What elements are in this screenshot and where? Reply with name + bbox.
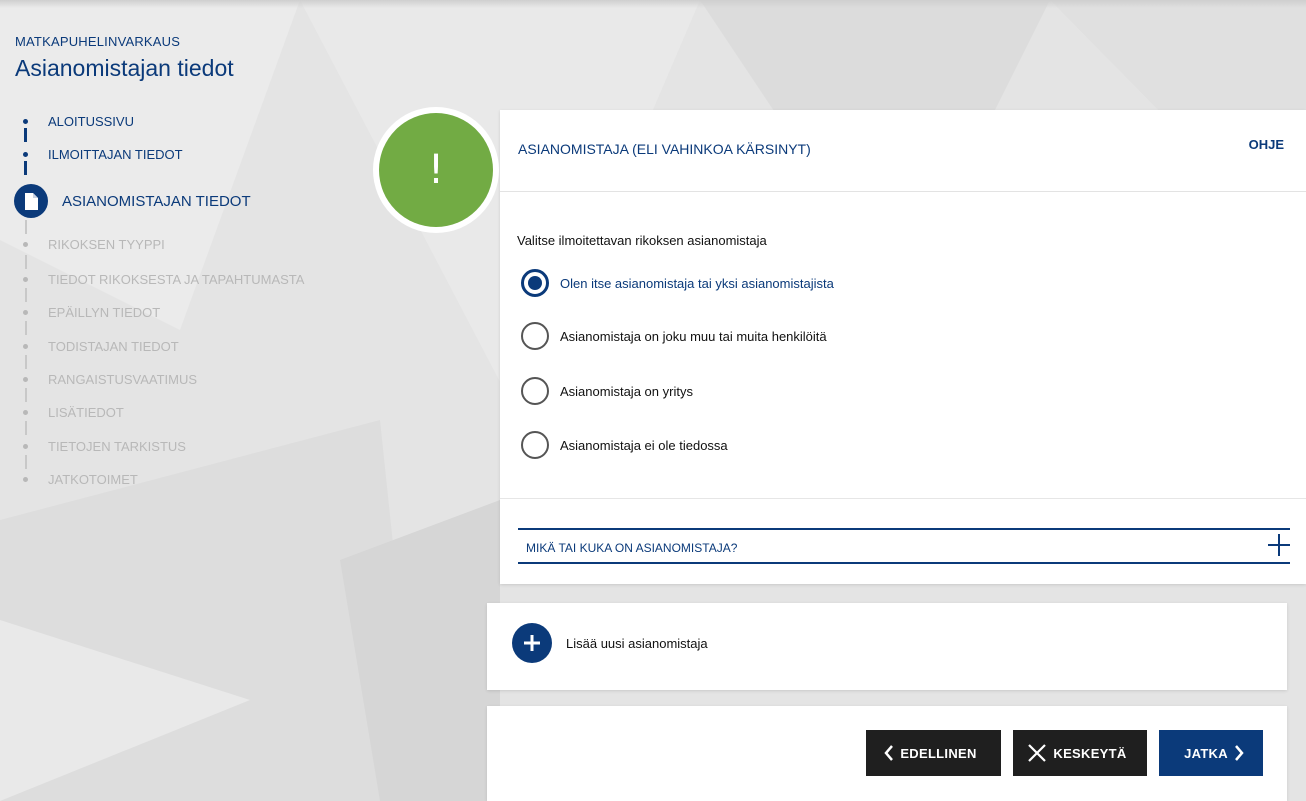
- step-label: ALOITUSSIVU: [48, 113, 134, 129]
- radio-label[interactable]: Asianomistaja ei ole tiedossa: [560, 438, 728, 453]
- step-label: TODISTAJAN TIEDOT: [48, 338, 179, 354]
- step-label: EPÄILLYN TIEDOT: [48, 304, 161, 320]
- step-dot: [23, 309, 28, 315]
- step-connector: [25, 321, 27, 335]
- step-connector: [25, 421, 27, 435]
- step-dot: [23, 443, 28, 449]
- next-button[interactable]: JATKA: [1159, 730, 1263, 776]
- radio-option-other-person[interactable]: Asianomistaja on joku muu tai muita henk…: [521, 322, 827, 350]
- step-dot: [23, 118, 28, 124]
- step-dot: [23, 476, 28, 482]
- step-connector: [24, 128, 27, 142]
- step-label: TIEDOT RIKOKSESTA JA TAPAHTUMASTA: [48, 271, 305, 287]
- step-connector: [25, 355, 27, 369]
- accordion-label[interactable]: MIKÄ TAI KUKA ON ASIANOMISTAJA?: [526, 541, 737, 555]
- section-title: ASIANOMISTAJA (ELI VAHINKOA KÄRSINYT): [518, 141, 811, 157]
- step-connector: [25, 220, 27, 234]
- step-connector: [24, 161, 27, 175]
- help-link[interactable]: OHJE: [1249, 137, 1284, 152]
- radio-label[interactable]: Asianomistaja on yritys: [560, 384, 693, 399]
- step-label: ASIANOMISTAJAN TIEDOT: [62, 192, 251, 210]
- radio-option-unknown[interactable]: Asianomistaja ei ole tiedossa: [521, 431, 728, 459]
- radio-button[interactable]: [521, 377, 549, 405]
- step-label: TIETOJEN TARKISTUS: [48, 438, 186, 454]
- step-dot: [23, 276, 28, 282]
- form-actions: EDELLINEN KESKEYTÄ JATKA: [487, 706, 1287, 801]
- step-connector: [25, 255, 27, 269]
- page-title: Asianomistajan tiedot: [15, 55, 234, 81]
- step-label: RANGAISTUSVAATIMUS: [48, 371, 198, 387]
- step-label: ILMOITTAJAN TIEDOT: [48, 146, 183, 162]
- close-icon: [1028, 744, 1047, 762]
- plus-circle-icon[interactable]: [512, 623, 552, 663]
- step-dot: [23, 151, 28, 157]
- add-party-card: Lisää uusi asianomistaja: [487, 603, 1287, 690]
- cancel-label: KESKEYTÄ: [1053, 745, 1127, 761]
- step-dot: [23, 409, 28, 415]
- chevron-left-icon: [884, 745, 894, 761]
- step-dot: [23, 241, 28, 247]
- step-connector: [25, 388, 27, 402]
- previous-button[interactable]: EDELLINEN: [866, 730, 1001, 776]
- question-label: Valitse ilmoitettavan rikoksen asianomis…: [517, 233, 767, 248]
- alert-badge: !: [373, 107, 499, 233]
- asianomistaja-card: ASIANOMISTAJA (ELI VAHINKOA KÄRSINYT) OH…: [500, 110, 1306, 584]
- radio-button[interactable]: [521, 322, 549, 350]
- step-connector: [25, 288, 27, 302]
- step-dot: [23, 376, 28, 382]
- cancel-button[interactable]: KESKEYTÄ: [1013, 730, 1147, 776]
- info-accordion[interactable]: MIKÄ TAI KUKA ON ASIANOMISTAJA?: [518, 528, 1290, 564]
- add-party-link[interactable]: Lisää uusi asianomistaja: [566, 636, 708, 651]
- document-icon: [14, 184, 48, 218]
- previous-label: EDELLINEN: [900, 745, 977, 761]
- plus-icon[interactable]: [1268, 534, 1290, 556]
- radio-button[interactable]: [521, 269, 549, 297]
- step-label: RIKOKSEN TYYPPI: [48, 236, 165, 252]
- page-header: MATKAPUHELINVARKAUS Asianomistajan tiedo…: [15, 34, 234, 82]
- chevron-right-icon: [1234, 745, 1244, 761]
- step-dot: [23, 343, 28, 349]
- step-label: LISÄTIEDOT: [48, 404, 124, 420]
- step-label: JATKOTOIMET: [48, 471, 138, 487]
- case-type-label: MATKAPUHELINVARKAUS: [15, 34, 181, 49]
- next-label: JATKA: [1184, 745, 1228, 761]
- top-shadow: [0, 0, 1306, 8]
- card-header: ASIANOMISTAJA (ELI VAHINKOA KÄRSINYT) OH…: [500, 110, 1306, 192]
- radio-label[interactable]: Olen itse asianomistaja tai yksi asianom…: [560, 276, 834, 291]
- exclamation-icon: !: [379, 113, 493, 227]
- step-connector: [25, 455, 27, 469]
- divider: [500, 498, 1306, 499]
- radio-label[interactable]: Asianomistaja on joku muu tai muita henk…: [560, 329, 827, 344]
- radio-button[interactable]: [521, 431, 549, 459]
- radio-option-company[interactable]: Asianomistaja on yritys: [521, 377, 693, 405]
- radio-option-self[interactable]: Olen itse asianomistaja tai yksi asianom…: [521, 269, 834, 297]
